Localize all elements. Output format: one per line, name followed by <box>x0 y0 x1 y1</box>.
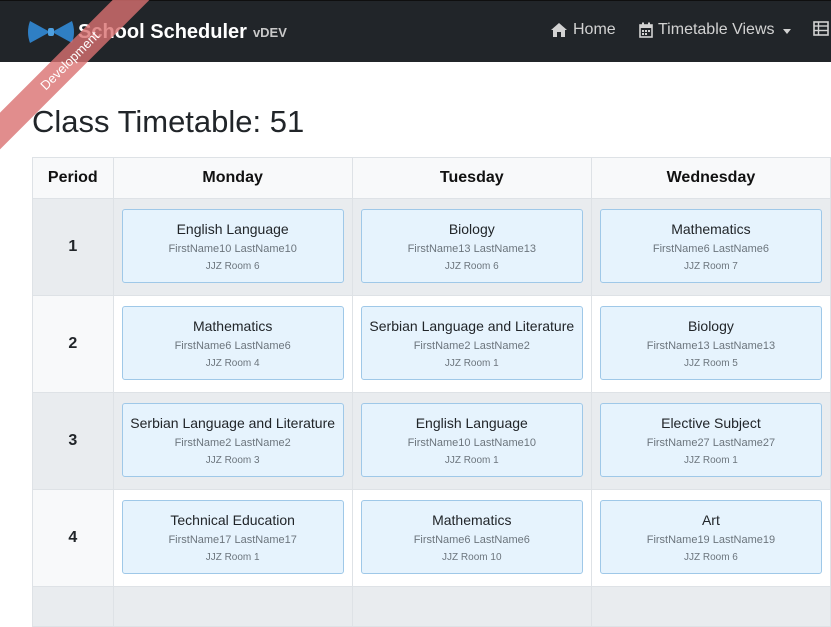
timetable-slot: Mathematics FirstName6 LastName6 JJZ Roo… <box>590 198 831 296</box>
period-number: 4 <box>32 489 114 587</box>
lesson-room: JJZ Room 1 <box>205 552 260 563</box>
chevron-down-icon <box>782 28 791 34</box>
lesson-teacher: FirstName6 LastName6 <box>413 534 530 546</box>
lesson-subject: Biology <box>687 318 734 334</box>
lesson-card[interactable]: Art FirstName19 LastName19 JJZ Room 6 <box>599 500 822 574</box>
lesson-subject: Serbian Language and Literature <box>369 318 575 334</box>
nav-timetable-views-dropdown[interactable]: Timetable Views <box>639 21 791 39</box>
lesson-teacher: FirstName2 LastName2 <box>413 340 530 352</box>
timetable-slot: English Language FirstName10 LastName10 … <box>112 198 353 296</box>
period-number <box>32 586 114 627</box>
table-row: 2 Mathematics FirstName6 LastName6 JJZ R… <box>32 295 831 393</box>
lesson-teacher: FirstName6 LastName6 <box>652 243 769 255</box>
lesson-card[interactable]: Technical Education FirstName17 LastName… <box>121 500 344 574</box>
timetable-slot: Art FirstName19 LastName19 JJZ Room 6 <box>590 489 831 587</box>
page-title: Class Timetable: 51 <box>32 104 305 139</box>
lesson-room: JJZ Room 3 <box>205 455 260 466</box>
table-row: 1 English Language FirstName10 LastName1… <box>32 198 831 296</box>
nav-extra-link[interactable] <box>813 21 831 36</box>
timetable-slot: Mathematics FirstName6 LastName6 JJZ Roo… <box>351 489 592 587</box>
lesson-room: JJZ Room 6 <box>205 261 260 272</box>
lesson-subject: Mathematics <box>432 512 512 528</box>
timetable-slot: Elective Subject FirstName27 LastName27 … <box>590 392 831 490</box>
header-wednesday: Wednesday <box>590 157 831 199</box>
nav-home-link[interactable]: Home <box>550 21 616 39</box>
timetable: Period Monday Tuesday Wednesday 1 Englis… <box>32 157 831 627</box>
lesson-teacher: FirstName2 LastName2 <box>174 437 291 449</box>
timetable-header-row: Period Monday Tuesday Wednesday <box>32 157 831 199</box>
lesson-subject: Elective Subject <box>661 415 761 431</box>
period-number: 3 <box>32 392 114 490</box>
lesson-subject: English Language <box>176 221 289 237</box>
lesson-teacher: FirstName17 LastName17 <box>168 534 297 546</box>
lesson-room: JJZ Room 7 <box>683 261 738 272</box>
lesson-card[interactable]: Serbian Language and Literature FirstNam… <box>121 403 344 477</box>
table-row <box>32 586 831 627</box>
brand-version: vDEV <box>252 24 287 40</box>
header-period: Period <box>32 157 114 199</box>
calendar-icon <box>639 22 653 38</box>
lesson-room: JJZ Room 5 <box>683 358 738 369</box>
header-monday: Monday <box>112 157 353 199</box>
lesson-card[interactable]: Serbian Language and Literature FirstNam… <box>360 306 583 380</box>
lesson-teacher: FirstName13 LastName13 <box>646 340 776 352</box>
lesson-room: JJZ Room 10 <box>442 552 502 563</box>
table-row: 3 Serbian Language and Literature FirstN… <box>32 392 831 490</box>
lesson-subject: Serbian Language and Literature <box>130 415 336 431</box>
home-icon <box>551 23 567 37</box>
timetable-slot <box>112 586 353 627</box>
table-icon <box>813 21 829 36</box>
lesson-teacher: FirstName6 LastName6 <box>174 340 291 352</box>
timetable-slot: Mathematics FirstName6 LastName6 JJZ Roo… <box>112 295 353 393</box>
lesson-teacher: FirstName10 LastName10 <box>407 437 536 449</box>
lesson-subject: English Language <box>415 415 528 431</box>
timetable-slot <box>351 586 592 627</box>
lesson-room: JJZ Room 4 <box>205 358 260 369</box>
lesson-subject: Technical Education <box>170 512 295 528</box>
lesson-subject: Art <box>701 512 720 528</box>
lesson-room: JJZ Room 6 <box>444 261 499 272</box>
lesson-card[interactable]: English Language FirstName10 LastName10 … <box>360 403 583 477</box>
lesson-room: JJZ Room 1 <box>444 358 499 369</box>
lesson-subject: Mathematics <box>192 318 273 334</box>
timetable-slot <box>590 586 831 627</box>
lesson-room: JJZ Room 6 <box>683 552 738 563</box>
nav-home-label: Home <box>573 21 616 38</box>
table-row: 4 Technical Education FirstName17 LastNa… <box>32 489 831 587</box>
timetable-slot: Biology FirstName13 LastName13 JJZ Room … <box>351 198 592 296</box>
lesson-card[interactable]: Elective Subject FirstName27 LastName27 … <box>599 403 822 477</box>
timetable-slot: Serbian Language and Literature FirstNam… <box>112 392 353 490</box>
lesson-card[interactable]: Mathematics FirstName6 LastName6 JJZ Roo… <box>360 500 583 574</box>
lesson-teacher: FirstName10 LastName10 <box>168 243 297 255</box>
header-tuesday: Tuesday <box>351 157 592 199</box>
lesson-teacher: FirstName13 LastName13 <box>407 243 536 255</box>
lesson-subject: Mathematics <box>671 221 751 237</box>
timetable-slot: Technical Education FirstName17 LastName… <box>112 489 353 587</box>
lesson-card[interactable]: Biology FirstName13 LastName13 JJZ Room … <box>599 306 822 380</box>
timetable-slot: Serbian Language and Literature FirstNam… <box>351 295 592 393</box>
lesson-card[interactable]: Mathematics FirstName6 LastName6 JJZ Roo… <box>599 209 822 283</box>
lesson-card[interactable]: Mathematics FirstName6 LastName6 JJZ Roo… <box>121 306 344 380</box>
period-number: 1 <box>32 198 114 296</box>
lesson-card[interactable]: Biology FirstName13 LastName13 JJZ Room … <box>360 209 583 283</box>
nav-timetable-views-label: Timetable Views <box>658 21 775 38</box>
lesson-room: JJZ Room 1 <box>444 455 499 466</box>
lesson-teacher: FirstName19 LastName19 <box>646 534 776 546</box>
lesson-room: JJZ Room 1 <box>683 455 738 466</box>
timetable-slot: English Language FirstName10 LastName10 … <box>351 392 592 490</box>
timetable-slot: Biology FirstName13 LastName13 JJZ Room … <box>590 295 831 393</box>
lesson-card[interactable]: English Language FirstName10 LastName10 … <box>121 209 344 283</box>
lesson-teacher: FirstName27 LastName27 <box>646 437 776 449</box>
lesson-subject: Biology <box>448 221 495 237</box>
period-number: 2 <box>32 295 114 393</box>
